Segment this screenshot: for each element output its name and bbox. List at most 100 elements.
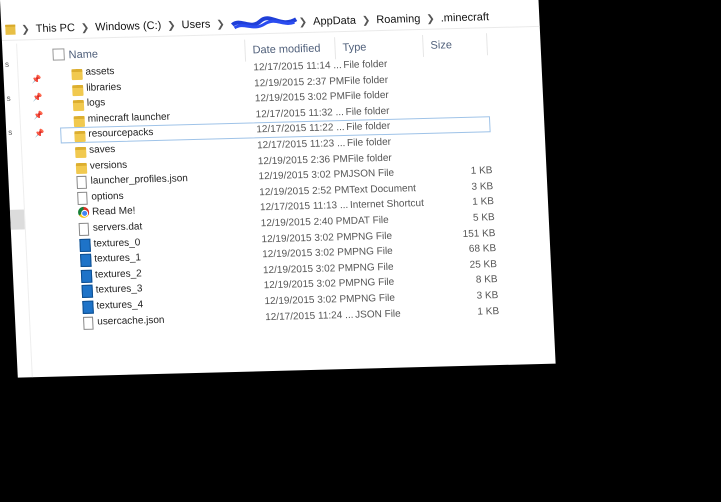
column-divider[interactable] <box>422 34 425 57</box>
file-name: assets <box>85 66 115 78</box>
file-size: 8 KB <box>475 274 498 286</box>
folder-icon <box>72 84 84 96</box>
chevron-right-icon[interactable]: ❯ <box>21 24 30 35</box>
file-icon <box>82 316 94 330</box>
file-date-modified: 12/17/2015 11:13 ... <box>259 200 349 214</box>
image-icon <box>80 269 93 283</box>
file-date-modified: 12/19/2015 2:52 PM <box>259 184 350 199</box>
breadcrumb-item-this-pc[interactable]: This PC <box>36 22 76 35</box>
chevron-right-icon[interactable]: ❯ <box>426 13 435 24</box>
file-date-modified: 12/17/2015 11:22 ... <box>256 122 345 136</box>
file-type: File folder <box>346 121 391 134</box>
column-divider[interactable] <box>486 33 489 56</box>
file-name: textures_3 <box>95 283 143 296</box>
file-size: 5 KB <box>472 212 495 224</box>
file-name: textures_0 <box>93 236 141 250</box>
file-name: logs <box>86 97 106 109</box>
file-icon <box>77 191 88 205</box>
file-list: assets 12/17/2015 11:14 ... File folder lib… <box>3 53 553 332</box>
file-type: PNG File <box>351 245 394 258</box>
breadcrumb-item-appdata[interactable]: AppData <box>313 15 356 28</box>
column-header-name[interactable]: Name <box>68 48 98 61</box>
file-name: minecraft launcher <box>87 111 171 125</box>
image-icon <box>81 284 94 299</box>
column-header-size[interactable]: Size <box>430 39 452 52</box>
chevron-right-icon[interactable]: ❯ <box>167 20 176 31</box>
column-divider[interactable] <box>244 39 247 62</box>
file-name: saves <box>88 144 116 156</box>
file-size: 1 KB <box>477 305 500 318</box>
image-icon <box>79 238 91 252</box>
file-name: launcher_profiles.json <box>90 173 189 187</box>
file-date-modified: 12/17/2015 11:14 ... <box>253 60 342 74</box>
file-date-modified: 12/17/2015 11:24 ... <box>264 309 354 323</box>
file-size: 68 KB <box>468 243 497 255</box>
file-size <box>429 103 489 105</box>
folder-icon <box>74 131 86 143</box>
folder-icon <box>71 68 83 81</box>
breadcrumb-item-roaming[interactable]: Roaming <box>376 13 421 26</box>
breadcrumb-item-users[interactable]: Users <box>181 19 210 32</box>
breadcrumb-item-windows-c[interactable]: Windows (C:) <box>95 20 162 34</box>
file-date-modified: 12/19/2015 3:02 PM <box>261 246 353 261</box>
file-icon <box>76 175 87 190</box>
file-size: 1 KB <box>470 165 493 177</box>
file-name: textures_1 <box>94 252 142 265</box>
file-type: JSON File <box>348 167 395 181</box>
file-date-modified: 12/19/2015 3:02 PM <box>258 169 349 183</box>
file-date-modified: 12/19/2015 3:02 PM <box>262 262 354 276</box>
file-name: textures_2 <box>94 268 142 281</box>
file-type: File folder <box>344 90 390 103</box>
file-size: 3 KB <box>471 180 494 193</box>
file-size: 151 KB <box>462 227 496 240</box>
redacted-username-scribble[interactable] <box>230 16 298 30</box>
file-type: PNG File <box>353 277 395 290</box>
file-size <box>429 87 489 89</box>
file-size: 25 KB <box>469 258 498 271</box>
image-icon <box>82 300 94 314</box>
chevron-right-icon[interactable]: ❯ <box>216 19 225 30</box>
file-type: PNG File <box>352 261 394 274</box>
column-header-date-modified[interactable]: Date modified <box>252 43 320 57</box>
file-type: File folder <box>343 74 389 87</box>
file-size <box>427 56 487 58</box>
file-date-modified: 12/19/2015 2:37 PM <box>253 75 345 89</box>
chevron-right-icon[interactable]: ❯ <box>81 22 90 33</box>
folder-icon <box>5 24 16 35</box>
folder-icon <box>73 115 86 127</box>
screenshot-stage: ❯ This PC ❯ Windows (C:) ❯ Users ❯ ❯ App… <box>0 0 721 502</box>
file-type: File folder <box>347 152 392 165</box>
breadcrumb-item-minecraft[interactable]: .minecraft <box>440 11 489 24</box>
file-icon <box>78 222 90 236</box>
file-name: usercache.json <box>96 314 165 328</box>
file-type: Internet Shortcut <box>349 198 425 212</box>
file-date-modified: 12/19/2015 3:02 PM <box>261 231 352 245</box>
file-name: versions <box>89 159 128 172</box>
file-name: libraries <box>85 81 122 94</box>
chevron-right-icon[interactable]: ❯ <box>362 15 371 26</box>
file-size <box>428 72 488 74</box>
file-type: PNG File <box>354 292 396 305</box>
file-type: PNG File <box>351 230 393 243</box>
file-size: 1 KB <box>472 196 495 209</box>
folder-icon <box>75 162 88 174</box>
image-icon <box>80 253 92 268</box>
file-type: File folder <box>345 105 390 118</box>
file-type: Text Document <box>349 182 417 196</box>
file-size <box>431 134 491 136</box>
file-date-modified: 12/17/2015 11:23 ... <box>256 137 346 152</box>
file-size <box>432 150 492 152</box>
column-divider[interactable] <box>334 37 337 60</box>
chrome-icon <box>77 207 90 219</box>
column-header-type[interactable]: Type <box>342 41 366 54</box>
file-name: resourcepacks <box>88 127 154 141</box>
file-date-modified: 12/19/2015 3:02 PM <box>254 91 346 105</box>
file-date-modified: 12/19/2015 2:36 PM <box>257 153 349 167</box>
file-type: JSON File <box>354 308 401 321</box>
file-type: File folder <box>343 58 388 72</box>
file-date-modified: 12/19/2015 3:02 PM <box>263 278 355 292</box>
file-name: textures_4 <box>96 299 144 312</box>
file-type: DAT File <box>350 214 389 227</box>
file-date-modified: 12/17/2015 11:32 ... <box>255 106 345 121</box>
file-size <box>430 119 490 121</box>
